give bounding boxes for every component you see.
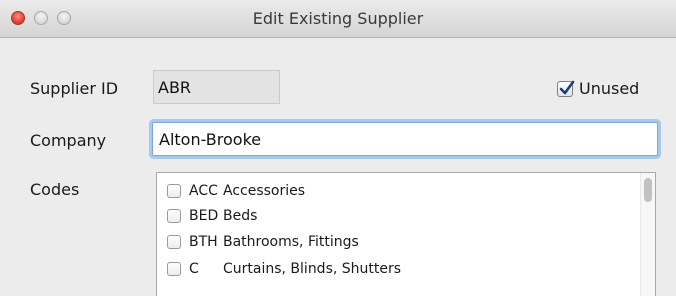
- list-item[interactable]: ACC Accessories: [167, 179, 305, 203]
- title-bar[interactable]: Edit Existing Supplier: [0, 0, 676, 38]
- company-label: Company: [30, 131, 107, 150]
- list-item[interactable]: C Curtains, Blinds, Shutters: [167, 257, 401, 281]
- list-item[interactable]: BTH Bathrooms, Fittings: [167, 230, 359, 254]
- code-value: BED: [189, 208, 219, 224]
- codes-scrollbar[interactable]: [640, 173, 655, 296]
- checkbox-unchecked-icon[interactable]: [167, 209, 181, 223]
- unused-label: Unused: [579, 79, 640, 98]
- supplier-id-label: Supplier ID: [30, 79, 119, 98]
- code-description: Bathrooms, Fittings: [223, 234, 359, 250]
- code-value: C: [189, 261, 199, 277]
- supplier-id-value: ABR: [158, 78, 192, 97]
- code-description: Beds: [223, 208, 258, 224]
- code-value: ACC: [189, 183, 218, 199]
- checkbox-unchecked-icon[interactable]: [167, 262, 181, 276]
- company-input[interactable]: [152, 122, 658, 156]
- unused-checkbox[interactable]: Unused: [557, 79, 639, 98]
- checkbox-unchecked-icon[interactable]: [167, 184, 181, 198]
- codes-list[interactable]: ACC Accessories BED Beds BTH Bathrooms, …: [156, 172, 656, 296]
- code-value: BTH: [189, 234, 218, 250]
- checkbox-unchecked-icon[interactable]: [167, 235, 181, 249]
- list-item[interactable]: BED Beds: [167, 204, 257, 228]
- edit-supplier-window: Edit Existing Supplier Supplier ID ABR U…: [0, 0, 676, 296]
- checkbox-checked-icon[interactable]: [557, 80, 575, 97]
- code-description: Accessories: [223, 183, 306, 199]
- code-description: Curtains, Blinds, Shutters: [223, 261, 402, 277]
- codes-label: Codes: [30, 180, 80, 199]
- window-title: Edit Existing Supplier: [252, 9, 424, 28]
- scrollbar-thumb[interactable]: [644, 178, 652, 202]
